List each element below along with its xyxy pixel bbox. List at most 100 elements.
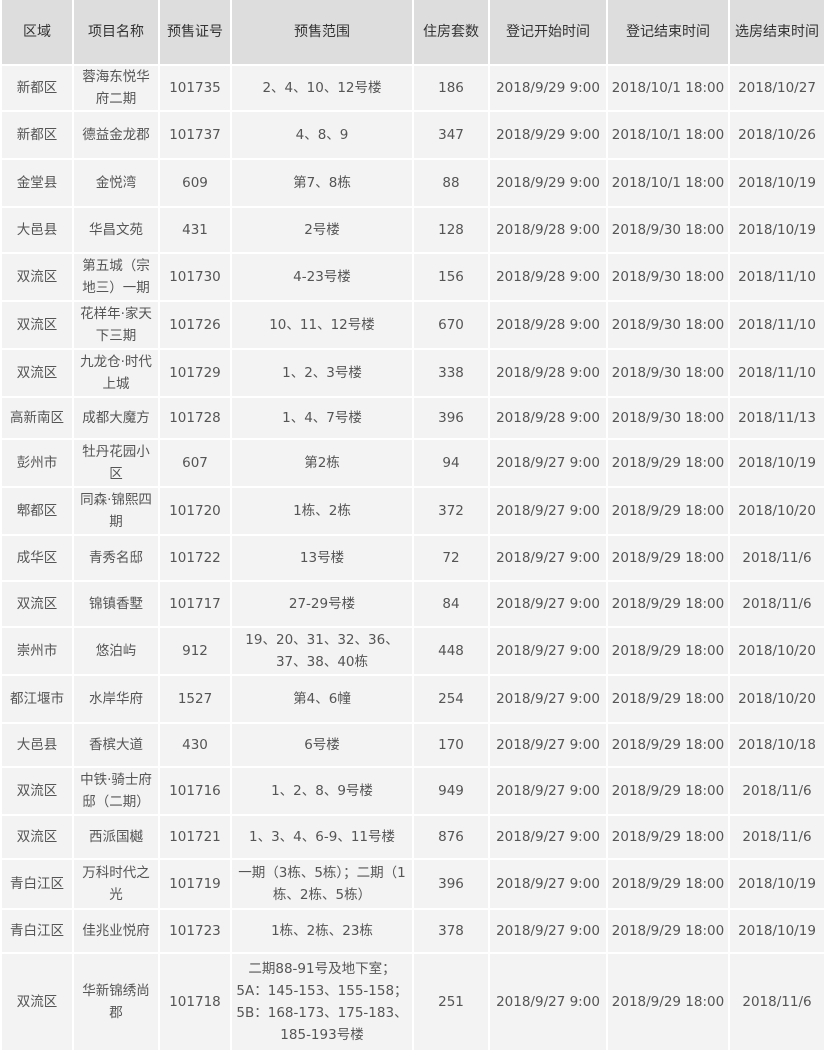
table-row: 双流区 九龙仓·时代上城 101729 1、2、3号楼 338 2018/9/28 9:0…: [0, 349, 824, 398]
table-row: 金堂县 金悦湾 609 第7、8栋 88 2018/9/29 9:00 2018/10/1 …: [0, 159, 824, 208]
cell-project: 金悦湾: [73, 159, 160, 208]
cell-project: 水岸华府: [73, 675, 160, 724]
cell-reg-start: 2018/9/29 9:00: [489, 65, 608, 112]
cell-select-end: 2018/11/10: [729, 301, 824, 350]
col-header-license: 预售证号: [159, 0, 232, 66]
cell-units: 347: [413, 111, 490, 160]
table-row: 青白江区 万科时代之光 101719 一期（3栋、5栋）；二期（1栋、2栋、5栋） 39…: [0, 859, 824, 910]
cell-reg-end: 2018/9/29 18:00: [607, 859, 730, 910]
cell-scope: 第7、8栋: [231, 159, 414, 208]
cell-select-end: 2018/10/19: [729, 159, 824, 208]
cell-reg-start: 2018/9/27 9:00: [489, 953, 608, 1052]
cell-scope: 2、4、10、12号楼: [231, 65, 414, 112]
cell-units: 670: [413, 301, 490, 350]
cell-district: 双流区: [0, 767, 74, 816]
table-row: 双流区 中铁·骑士府邸（二期） 101716 1、2、8、9号楼 949 2018/9/2…: [0, 767, 824, 816]
cell-reg-start: 2018/9/27 9:00: [489, 487, 608, 536]
cell-reg-start: 2018/9/27 9:00: [489, 627, 608, 676]
cell-reg-start: 2018/9/28 9:00: [489, 349, 608, 398]
cell-scope: 4、8、9: [231, 111, 414, 160]
cell-reg-end: 2018/9/29 18:00: [607, 627, 730, 676]
table-row: 新都区 德益金龙郡 101737 4、8、9 347 2018/9/29 9:00 2018…: [0, 111, 824, 160]
presale-table: 区域 项目名称 预售证号 预售范围 住房套数 登记开始时间 登记结束时间 选房结…: [0, 0, 824, 1052]
cell-reg-end: 2018/9/30 18:00: [607, 207, 730, 254]
cell-select-end: 2018/11/13: [729, 397, 824, 440]
cell-scope: 1栋、2栋: [231, 487, 414, 536]
table-row: 大邑县 香槟大道 430 6号楼 170 2018/9/27 9:00 2018/9/29 …: [0, 723, 824, 768]
col-header-district: 区域: [0, 0, 74, 66]
cell-license: 101717: [159, 581, 232, 628]
cell-project: 华昌文苑: [73, 207, 160, 254]
table-header-row: 区域 项目名称 预售证号 预售范围 住房套数 登记开始时间 登记结束时间 选房结…: [0, 0, 824, 66]
cell-units: 378: [413, 909, 490, 954]
cell-reg-end: 2018/9/29 18:00: [607, 439, 730, 488]
cell-district: 崇州市: [0, 627, 74, 676]
cell-reg-start: 2018/9/27 9:00: [489, 859, 608, 910]
cell-project: 香槟大道: [73, 723, 160, 768]
cell-reg-start: 2018/9/27 9:00: [489, 439, 608, 488]
cell-reg-start: 2018/9/27 9:00: [489, 909, 608, 954]
cell-reg-end: 2018/10/1 18:00: [607, 111, 730, 160]
cell-district: 金堂县: [0, 159, 74, 208]
cell-license: 431: [159, 207, 232, 254]
cell-license: 430: [159, 723, 232, 768]
cell-license: 607: [159, 439, 232, 488]
table-row: 双流区 花样年·家天下三期 101726 10、11、12号楼 670 2018/9/28…: [0, 301, 824, 350]
cell-units: 396: [413, 397, 490, 440]
cell-project: 第五城（宗地三）一期: [73, 253, 160, 302]
cell-select-end: 2018/10/19: [729, 859, 824, 910]
cell-units: 94: [413, 439, 490, 488]
cell-scope: 1、4、7号楼: [231, 397, 414, 440]
cell-project: 青秀名邸: [73, 535, 160, 582]
cell-reg-end: 2018/9/29 18:00: [607, 581, 730, 628]
col-header-units: 住房套数: [413, 0, 490, 66]
cell-scope: 6号楼: [231, 723, 414, 768]
cell-units: 254: [413, 675, 490, 724]
cell-project: 悠泊屿: [73, 627, 160, 676]
cell-select-end: 2018/11/6: [729, 767, 824, 816]
cell-reg-start: 2018/9/27 9:00: [489, 723, 608, 768]
cell-license: 101730: [159, 253, 232, 302]
cell-reg-start: 2018/9/28 9:00: [489, 207, 608, 254]
cell-district: 大邑县: [0, 207, 74, 254]
cell-units: 186: [413, 65, 490, 112]
cell-district: 青白江区: [0, 909, 74, 954]
cell-scope: 1、2、3号楼: [231, 349, 414, 398]
cell-scope: 2号楼: [231, 207, 414, 254]
cell-reg-end: 2018/10/1 18:00: [607, 65, 730, 112]
cell-units: 170: [413, 723, 490, 768]
cell-units: 72: [413, 535, 490, 582]
cell-reg-end: 2018/10/1 18:00: [607, 159, 730, 208]
cell-project: 锦镇香墅: [73, 581, 160, 628]
cell-units: 128: [413, 207, 490, 254]
cell-license: 101729: [159, 349, 232, 398]
cell-district: 都江堰市: [0, 675, 74, 724]
table-row: 郫都区 同森·锦熙四期 101720 1栋、2栋 372 2018/9/27 9:00 20…: [0, 487, 824, 536]
cell-scope: 第2栋: [231, 439, 414, 488]
cell-select-end: 2018/10/26: [729, 111, 824, 160]
cell-project: 同森·锦熙四期: [73, 487, 160, 536]
cell-units: 372: [413, 487, 490, 536]
cell-select-end: 2018/10/20: [729, 487, 824, 536]
cell-select-end: 2018/11/6: [729, 535, 824, 582]
cell-select-end: 2018/10/19: [729, 439, 824, 488]
cell-scope: 一期（3栋、5栋）；二期（1栋、2栋、5栋）: [231, 859, 414, 910]
cell-units: 876: [413, 815, 490, 860]
cell-scope: 1、2、8、9号楼: [231, 767, 414, 816]
cell-reg-start: 2018/9/27 9:00: [489, 535, 608, 582]
cell-project: 九龙仓·时代上城: [73, 349, 160, 398]
col-header-reg-end: 登记结束时间: [607, 0, 730, 66]
col-header-scope: 预售范围: [231, 0, 414, 66]
cell-select-end: 2018/10/20: [729, 627, 824, 676]
table-body: 新都区 蓉海东悦华府二期 101735 2、4、10、12号楼 186 2018/9/29…: [0, 65, 824, 1052]
cell-select-end: 2018/11/10: [729, 349, 824, 398]
cell-district: 双流区: [0, 349, 74, 398]
cell-reg-end: 2018/9/30 18:00: [607, 253, 730, 302]
table-row: 青白江区 佳兆业悦府 101723 1栋、2栋、23栋 378 2018/9/27 9:0…: [0, 909, 824, 954]
cell-district: 双流区: [0, 953, 74, 1052]
cell-license: 101722: [159, 535, 232, 582]
cell-project: 万科时代之光: [73, 859, 160, 910]
cell-project: 牡丹花园小区: [73, 439, 160, 488]
cell-project: 华新锦绣尚郡: [73, 953, 160, 1052]
cell-units: 949: [413, 767, 490, 816]
